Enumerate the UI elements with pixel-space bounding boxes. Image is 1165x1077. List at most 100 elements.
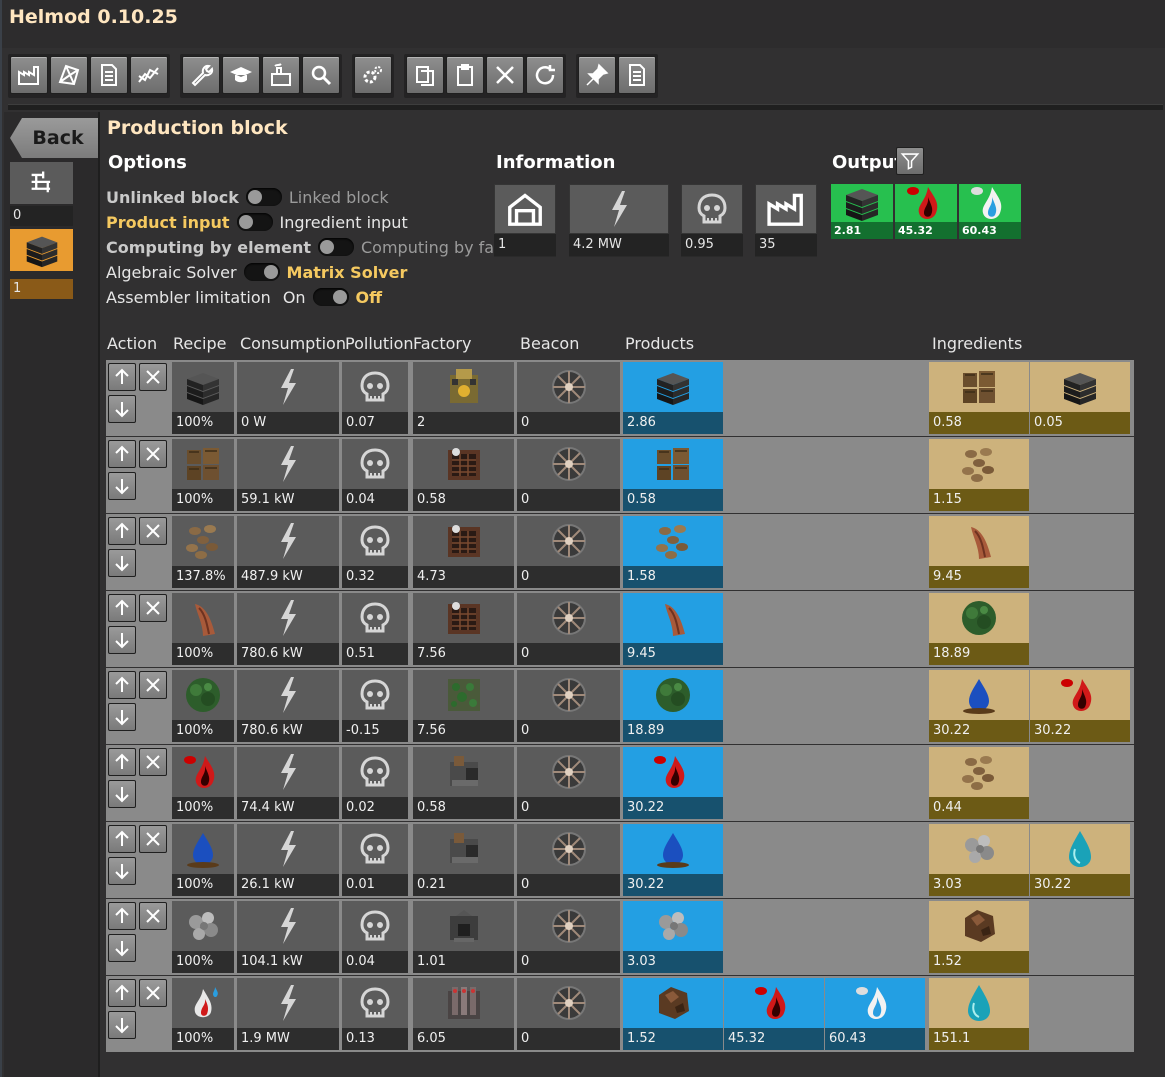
remove-row-button[interactable] <box>139 979 167 1007</box>
move-up-button[interactable] <box>108 363 136 391</box>
pollution-button[interactable] <box>262 56 300 94</box>
consumption-cell[interactable]: 26.1 kW <box>237 824 339 896</box>
back-button[interactable]: Back <box>10 118 98 158</box>
product-cell[interactable]: 30.22 <box>623 824 723 896</box>
chart-button[interactable] <box>130 56 168 94</box>
paste-button[interactable] <box>446 56 484 94</box>
beacon-cell[interactable]: 0 <box>517 362 620 434</box>
ingredient-cell[interactable]: 30.22 <box>1030 824 1130 896</box>
product-cell[interactable]: 1.52 <box>623 978 723 1050</box>
factory-cell[interactable]: 0.58 <box>413 747 514 819</box>
product-cell[interactable]: 0.58 <box>623 439 723 511</box>
factory-button[interactable] <box>10 56 48 94</box>
ingredient-cell[interactable]: 30.22 <box>1030 670 1130 742</box>
beacon-cell[interactable]: 0 <box>517 747 620 819</box>
solver-toggle[interactable] <box>243 263 280 281</box>
product-cell[interactable]: 9.45 <box>623 593 723 665</box>
factory-cell[interactable]: 2 <box>413 362 514 434</box>
factory-cell[interactable]: 6.05 <box>413 978 514 1050</box>
settings-button[interactable] <box>354 56 392 94</box>
consumption-cell[interactable]: 0 W <box>237 362 339 434</box>
technology-button[interactable] <box>222 56 260 94</box>
recipe-cell[interactable]: 137.8% <box>172 516 234 588</box>
remove-row-button[interactable] <box>139 517 167 545</box>
output-item-heavy-oil[interactable]: 45.32 <box>895 184 957 239</box>
summary-button[interactable] <box>618 56 656 94</box>
linked-toggle[interactable] <box>245 188 282 206</box>
block-item-new[interactable] <box>10 162 73 204</box>
pollution-cell[interactable]: 0.04 <box>342 439 408 511</box>
output-item-solid-fuel[interactable]: 2.81 <box>831 184 893 239</box>
recipe-cell[interactable]: 100% <box>172 747 234 819</box>
computing-toggle[interactable] <box>318 238 354 256</box>
beacon-cell[interactable]: 0 <box>517 516 620 588</box>
move-down-button[interactable] <box>108 703 136 731</box>
move-down-button[interactable] <box>108 1011 136 1039</box>
consumption-cell[interactable]: 1.9 MW <box>237 978 339 1050</box>
factory-cell[interactable]: 0.58 <box>413 439 514 511</box>
ingredient-cell[interactable]: 1.15 <box>929 439 1029 511</box>
recipe-cell[interactable]: 100% <box>172 593 234 665</box>
search-button[interactable] <box>302 56 340 94</box>
move-up-button[interactable] <box>108 440 136 468</box>
move-down-button[interactable] <box>108 626 136 654</box>
product-cell[interactable]: 3.03 <box>623 901 723 973</box>
delete-button[interactable] <box>486 56 524 94</box>
consumption-cell[interactable]: 59.1 kW <box>237 439 339 511</box>
ingredient-cell[interactable]: 9.45 <box>929 516 1029 588</box>
input-toggle[interactable] <box>236 213 273 231</box>
pollution-cell[interactable]: 0.01 <box>342 824 408 896</box>
consumption-cell[interactable]: 104.1 kW <box>237 901 339 973</box>
pollution-cell[interactable]: 0.51 <box>342 593 408 665</box>
title-bar[interactable]: Helmod 0.10.25 <box>2 0 1165 48</box>
remove-row-button[interactable] <box>139 825 167 853</box>
output-filter-button[interactable] <box>896 147 924 175</box>
output-item-light-oil[interactable]: 60.43 <box>959 184 1021 239</box>
beacon-cell[interactable]: 0 <box>517 978 620 1050</box>
ingredient-cell[interactable]: 1.52 <box>929 901 1029 973</box>
remove-row-button[interactable] <box>139 671 167 699</box>
ingredient-cell[interactable]: 151.1 <box>929 978 1029 1050</box>
move-up-button[interactable] <box>108 671 136 699</box>
factory-cell[interactable]: 7.56 <box>413 670 514 742</box>
map-button[interactable] <box>50 56 88 94</box>
product-cell[interactable]: 18.89 <box>623 670 723 742</box>
move-down-button[interactable] <box>108 934 136 962</box>
consumption-cell[interactable]: 780.6 kW <box>237 593 339 665</box>
recipe-cell[interactable]: 100% <box>172 439 234 511</box>
move-down-button[interactable] <box>108 395 136 423</box>
product-cell[interactable]: 1.58 <box>623 516 723 588</box>
pollution-cell[interactable]: 0.07 <box>342 362 408 434</box>
ingredient-cell[interactable]: 0.44 <box>929 747 1029 819</box>
product-cell[interactable]: 2.86 <box>623 362 723 434</box>
move-down-button[interactable] <box>108 857 136 885</box>
pollution-cell[interactable]: 0.02 <box>342 747 408 819</box>
move-up-button[interactable] <box>108 902 136 930</box>
factory-cell[interactable]: 0.21 <box>413 824 514 896</box>
assembler-toggle[interactable] <box>312 288 349 306</box>
remove-row-button[interactable] <box>139 363 167 391</box>
ingredient-cell[interactable]: 18.89 <box>929 593 1029 665</box>
pollution-cell[interactable]: 0.13 <box>342 978 408 1050</box>
pollution-cell[interactable]: -0.15 <box>342 670 408 742</box>
product-cell[interactable]: 45.32 <box>724 978 824 1050</box>
beacon-cell[interactable]: 0 <box>517 670 620 742</box>
remove-row-button[interactable] <box>139 748 167 776</box>
beacon-cell[interactable]: 0 <box>517 593 620 665</box>
factory-cell[interactable]: 7.56 <box>413 593 514 665</box>
consumption-cell[interactable]: 780.6 kW <box>237 670 339 742</box>
beacon-cell[interactable]: 0 <box>517 439 620 511</box>
move-down-button[interactable] <box>108 472 136 500</box>
remove-row-button[interactable] <box>139 902 167 930</box>
recipe-cell[interactable]: 100% <box>172 362 234 434</box>
pollution-cell[interactable]: 0.32 <box>342 516 408 588</box>
move-up-button[interactable] <box>108 979 136 1007</box>
move-up-button[interactable] <box>108 748 136 776</box>
ingredient-cell[interactable]: 0.05 <box>1030 362 1130 434</box>
consumption-cell[interactable]: 487.9 kW <box>237 516 339 588</box>
ingredient-cell[interactable]: 30.22 <box>929 670 1029 742</box>
move-up-button[interactable] <box>108 517 136 545</box>
move-up-button[interactable] <box>108 825 136 853</box>
ingredient-cell[interactable]: 0.58 <box>929 362 1029 434</box>
move-down-button[interactable] <box>108 780 136 808</box>
